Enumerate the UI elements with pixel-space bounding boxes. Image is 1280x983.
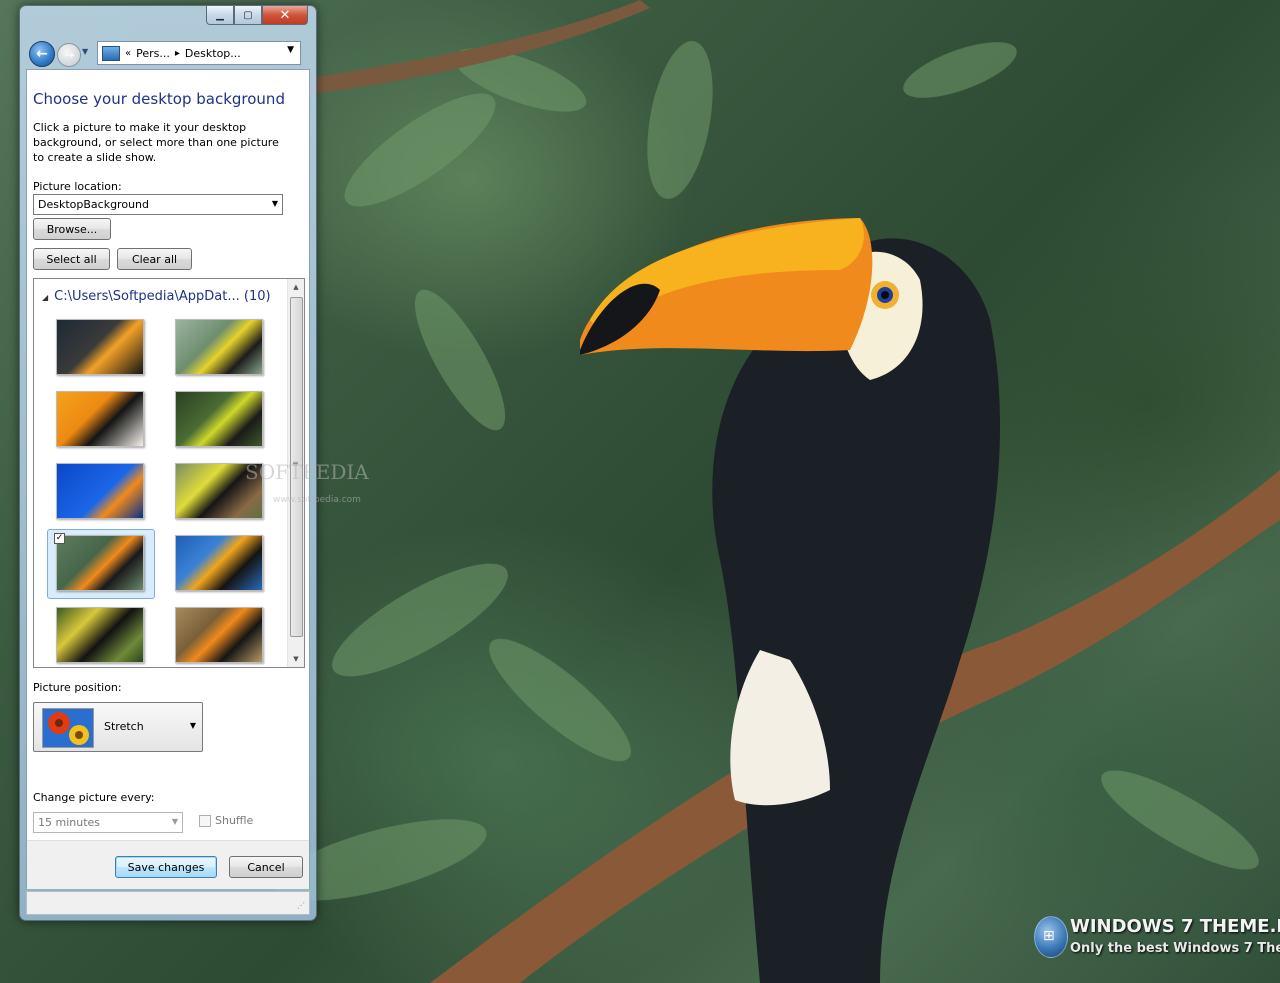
chevron-down-icon: ▼ — [189, 721, 196, 730]
wallpaper-thumbnail[interactable] — [175, 319, 263, 375]
save-changes-button[interactable]: Save changes — [115, 856, 217, 878]
page-title: Choose your desktop background — [33, 90, 285, 108]
wallpaper-thumbnail[interactable] — [175, 535, 263, 591]
picture-position-value: Stretch — [104, 720, 144, 733]
picture-location-value: DesktopBackground — [38, 198, 149, 211]
chevron-down-icon: ▼ — [171, 817, 178, 826]
recent-pages-button[interactable]: ▼ — [82, 47, 88, 56]
chevron-down-icon: ▼ — [271, 199, 278, 208]
chevron-down-icon: ▼ — [82, 47, 89, 56]
softpedia-watermark-url: www.softpedia.com — [273, 495, 361, 505]
wallpaper-thumbnail[interactable] — [175, 391, 263, 447]
breadcrumb-desktop-background[interactable]: Desktop... — [185, 47, 241, 60]
maximize-button[interactable]: ▢ — [234, 6, 262, 25]
wallpaper-thumbnail[interactable] — [56, 391, 144, 447]
shuffle-label: Shuffle — [215, 814, 254, 827]
breadcrumb-separator-icon: ▸ — [174, 47, 180, 59]
arrow-left-icon: ← — [36, 46, 48, 62]
gallery-group-path: C:\Users\Softpedia\AppDat... (10) — [54, 289, 271, 304]
change-picture-interval-value: 15 minutes — [38, 816, 101, 829]
windows7theme-branding: ⊞ WINDOWS 7 THEME.NET Only the best Wind… — [1034, 914, 1280, 964]
browse-button[interactable]: Browse... — [33, 218, 111, 240]
picture-position-combo[interactable]: Stretch ▼ — [33, 702, 203, 752]
scroll-up-icon[interactable]: ▲ — [288, 279, 304, 295]
softpedia-watermark: SOFTPEDIA — [245, 460, 369, 484]
wallpaper-thumbnail[interactable] — [175, 607, 263, 663]
address-bar[interactable]: « Pers... ▸ Desktop... ▼ — [97, 41, 301, 65]
thumbnail-checkbox[interactable]: ✓ — [54, 533, 65, 544]
collapse-triangle-icon[interactable]: ◢ — [42, 293, 48, 302]
dialog-footer: Save changes Cancel — [27, 840, 309, 889]
scroll-down-icon[interactable]: ▼ — [288, 651, 304, 667]
minimize-button[interactable]: ▁ — [206, 6, 234, 25]
control-panel-icon — [102, 45, 120, 61]
branding-title: WINDOWS 7 THEME.NET — [1070, 916, 1280, 937]
maximize-icon: ▢ — [243, 9, 253, 21]
minimize-icon: ▁ — [216, 9, 224, 21]
wallpaper-thumbnail[interactable] — [56, 535, 144, 591]
navigation-bar: ← → ▼ « Pers... ▸ Desktop... ▼ — [26, 40, 310, 67]
arrow-right-icon: → — [63, 48, 75, 62]
gallery-group-header[interactable]: ◢ C:\Users\Softpedia\AppDat... (10) — [42, 289, 271, 304]
change-picture-label: Change picture every: — [33, 791, 155, 804]
page-instructions: Click a picture to make it your desktop … — [33, 121, 279, 164]
back-button[interactable]: ← — [29, 41, 55, 67]
flower-preview-icon — [42, 708, 94, 748]
branding-subtitle: Only the best Windows 7 Themes — [1070, 941, 1280, 956]
breadcrumb-personalization[interactable]: Pers... — [136, 47, 170, 60]
resize-grip-icon[interactable]: ⋰ — [297, 901, 305, 910]
wallpaper-thumbnail[interactable] — [56, 463, 144, 519]
address-dropdown-icon[interactable]: ▼ — [287, 45, 294, 55]
client-area: Choose your desktop background Click a p… — [26, 69, 369, 889]
select-all-button[interactable]: Select all — [33, 248, 110, 270]
wallpaper-thumbnail[interactable] — [56, 319, 144, 375]
close-button[interactable]: ✕ — [262, 6, 308, 25]
caption-buttons: ▁ ▢ ✕ — [206, 6, 308, 26]
change-picture-interval-combo[interactable]: 15 minutes ▼ — [33, 812, 183, 833]
personalization-window: ▁ ▢ ✕ ← → ▼ « Pers... ▸ Desktop... ▼ Cho… — [19, 5, 369, 921]
forward-button[interactable]: → — [57, 43, 81, 67]
cancel-button[interactable]: Cancel — [229, 856, 303, 878]
close-icon: ✕ — [279, 7, 291, 23]
picture-position-label: Picture position: — [33, 681, 122, 694]
picture-location-combo[interactable]: DesktopBackground ▼ — [33, 194, 283, 215]
windows-logo-icon: ⊞ — [1034, 916, 1068, 958]
wallpaper-thumbnail[interactable] — [56, 607, 144, 663]
clear-all-button[interactable]: Clear all — [117, 248, 192, 270]
status-bar: ⋰ — [26, 891, 310, 915]
picture-location-label: Picture location: — [33, 180, 122, 193]
shuffle-checkbox[interactable] — [199, 815, 211, 827]
address-overflow[interactable]: « — [125, 48, 131, 59]
